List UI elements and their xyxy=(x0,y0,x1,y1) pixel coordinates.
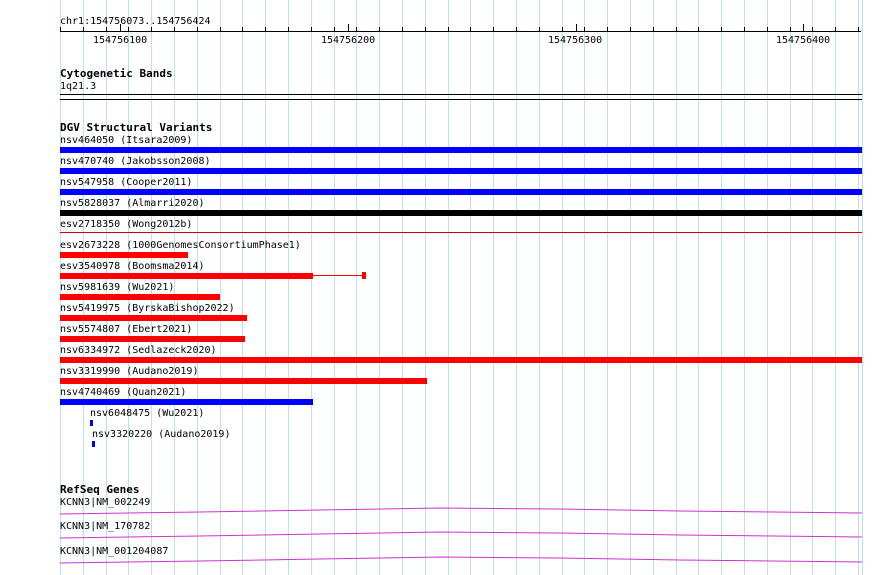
gene-structures[interactable] xyxy=(0,0,890,575)
gene-label: KCNN3|NM_001204087 xyxy=(60,546,169,557)
gene-line xyxy=(59,507,863,515)
gene-label: KCNN3|NM_170782 xyxy=(60,521,151,532)
gene-line xyxy=(59,531,863,539)
gene-line xyxy=(59,556,863,564)
